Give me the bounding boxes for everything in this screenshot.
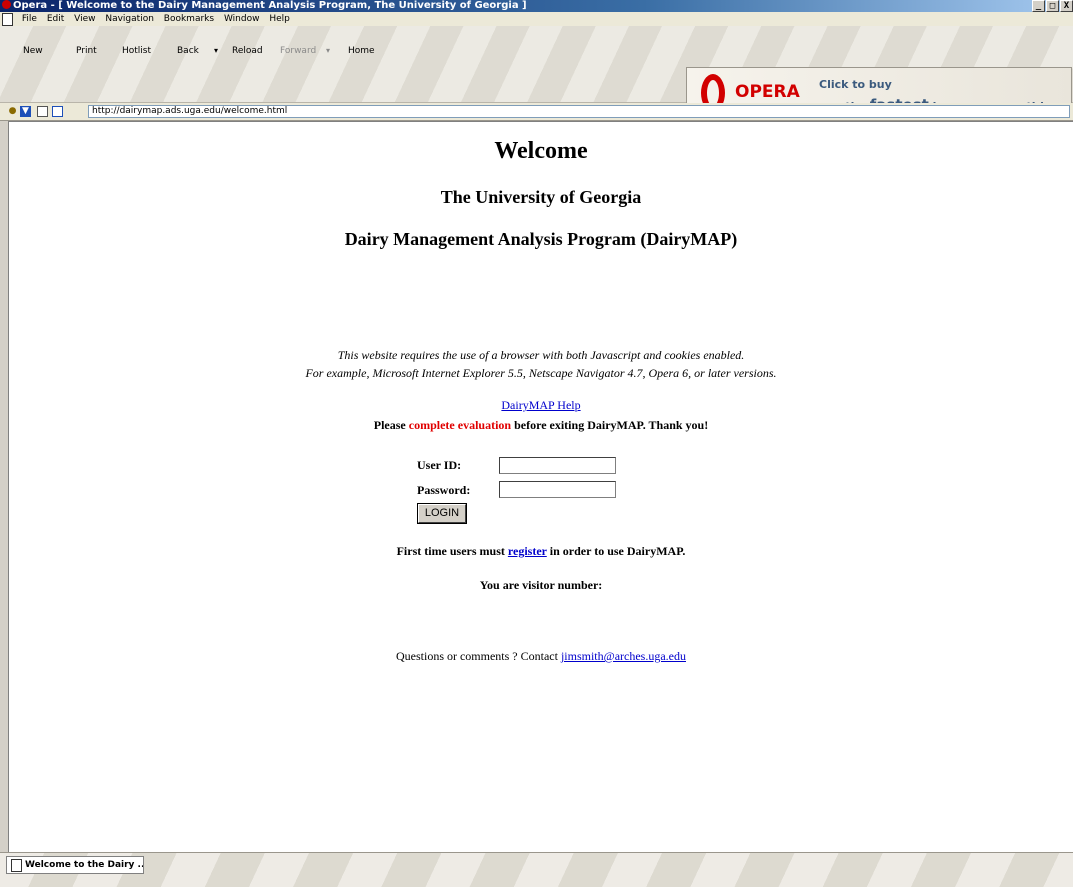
close-button[interactable]: X <box>1060 0 1073 12</box>
page-content: Welcome The University of Georgia Dairy … <box>8 121 1073 852</box>
taskbar: Welcome to the Dairy ... <box>0 852 1073 887</box>
print-preview-icon[interactable] <box>52 106 63 117</box>
new-button[interactable]: New <box>23 46 43 56</box>
menu-window[interactable]: Window <box>224 14 260 24</box>
back-dropdown-icon[interactable]: ▾ <box>214 46 218 55</box>
menu-bar: File Edit View Navigation Bookmarks Wind… <box>0 12 1073 26</box>
document-icon <box>2 13 13 26</box>
hotlist-button[interactable]: Hotlist <box>122 46 151 56</box>
address-bar-row: ● ▼ http://dairymap.ads.uga.edu/welcome.… <box>0 103 1073 121</box>
ad-line1: Click to buy <box>819 78 892 91</box>
forward-button[interactable]: Forward <box>280 46 316 56</box>
window-controls: _ □ X <box>1031 0 1073 12</box>
welcome-heading: Welcome <box>494 138 588 164</box>
program-heading: Dairy Management Analysis Program (Dairy… <box>344 229 738 249</box>
home-button[interactable]: Home <box>348 46 375 56</box>
menu-edit[interactable]: Edit <box>47 14 64 24</box>
contact-email-link[interactable]: jimsmith@arches.uga.edu <box>561 649 686 663</box>
back-button[interactable]: Back <box>177 46 199 56</box>
registration-notice: First time users must register in order … <box>396 544 686 558</box>
requirements-line2: For example, Microsoft Internet Explorer… <box>305 366 777 380</box>
print-button[interactable]: Print <box>76 46 97 56</box>
window-title-bar: Opera - [ Welcome to the Dairy Managemen… <box>0 0 1073 12</box>
ad-brand: OPERA <box>735 82 800 102</box>
menu-navigation[interactable]: Navigation <box>105 14 154 24</box>
visitor-counter: You are visitor number: <box>479 578 603 592</box>
menu-file[interactable]: File <box>22 14 37 24</box>
download-icon[interactable]: ▼ <box>20 106 31 117</box>
evaluation-notice: Please complete evaluation before exitin… <box>373 418 709 432</box>
browser-requirements: This website requires the use of a brows… <box>9 346 1073 382</box>
help-row: DairyMAP Help <box>9 398 1073 413</box>
university-heading: The University of Georgia <box>440 187 642 207</box>
userid-label: User ID: <box>417 458 462 472</box>
userid-input[interactable] <box>499 457 616 474</box>
toolbar: New Print Hotlist Back ▾ Reload Forward … <box>0 26 1073 123</box>
window-title: Opera - [ Welcome to the Dairy Managemen… <box>13 0 527 11</box>
contact-line: Questions or comments ? Contact jimsmith… <box>395 649 686 663</box>
reload-button[interactable]: Reload <box>232 46 263 56</box>
page-icon[interactable] <box>37 106 48 117</box>
taskbar-item[interactable]: Welcome to the Dairy ... <box>6 856 144 874</box>
login-button[interactable]: LOGIN <box>417 503 467 524</box>
menu-view[interactable]: View <box>74 14 95 24</box>
password-input[interactable] <box>499 481 616 498</box>
register-link[interactable]: register <box>508 544 547 558</box>
menu-help[interactable]: Help <box>269 14 290 24</box>
forward-dropdown-icon[interactable]: ▾ <box>326 46 330 55</box>
maximize-button[interactable]: □ <box>1046 0 1059 12</box>
help-link[interactable]: DairyMAP Help <box>501 398 580 412</box>
address-field[interactable]: http://dairymap.ads.uga.edu/welcome.html <box>88 105 1070 118</box>
opera-logo-icon <box>2 0 11 9</box>
lock-icon[interactable]: ● <box>7 106 18 117</box>
password-label: Password: <box>417 483 471 497</box>
requirements-line1: This website requires the use of a brows… <box>337 348 745 362</box>
document-icon <box>11 859 22 872</box>
evaluation-link[interactable]: complete evaluation <box>409 418 511 432</box>
minimize-button[interactable]: _ <box>1032 0 1045 12</box>
menu-bookmarks[interactable]: Bookmarks <box>164 14 214 24</box>
